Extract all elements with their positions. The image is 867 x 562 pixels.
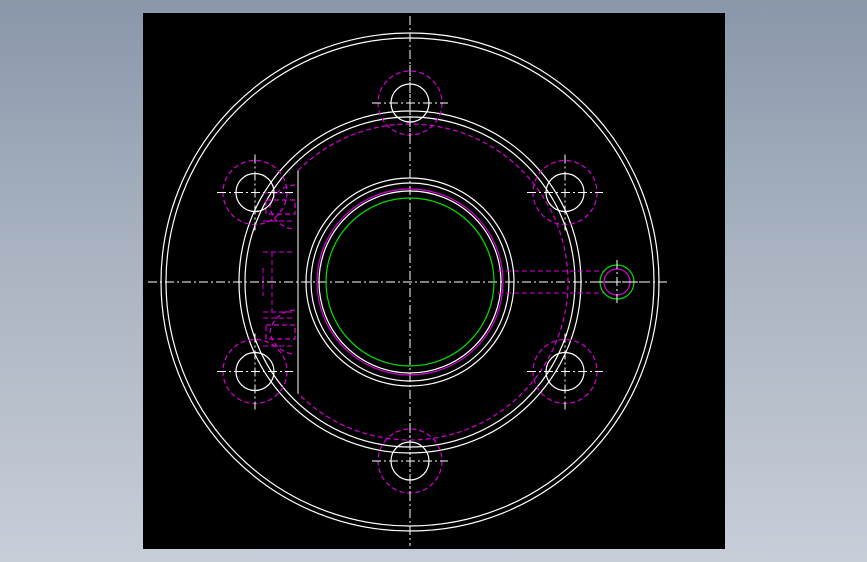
bolt-hole xyxy=(216,333,293,410)
pocket-arc xyxy=(269,309,296,355)
bolt-hole xyxy=(372,65,448,141)
bolt-hole xyxy=(216,154,293,231)
cad-viewport[interactable] xyxy=(143,13,725,549)
bolt-hole xyxy=(372,423,448,499)
bolt-hole xyxy=(527,154,604,231)
side-pockets xyxy=(263,184,296,355)
center-lines xyxy=(148,16,668,546)
side-pocket xyxy=(263,309,296,355)
flange-drawing xyxy=(148,16,668,546)
bolt-hole xyxy=(527,333,604,410)
